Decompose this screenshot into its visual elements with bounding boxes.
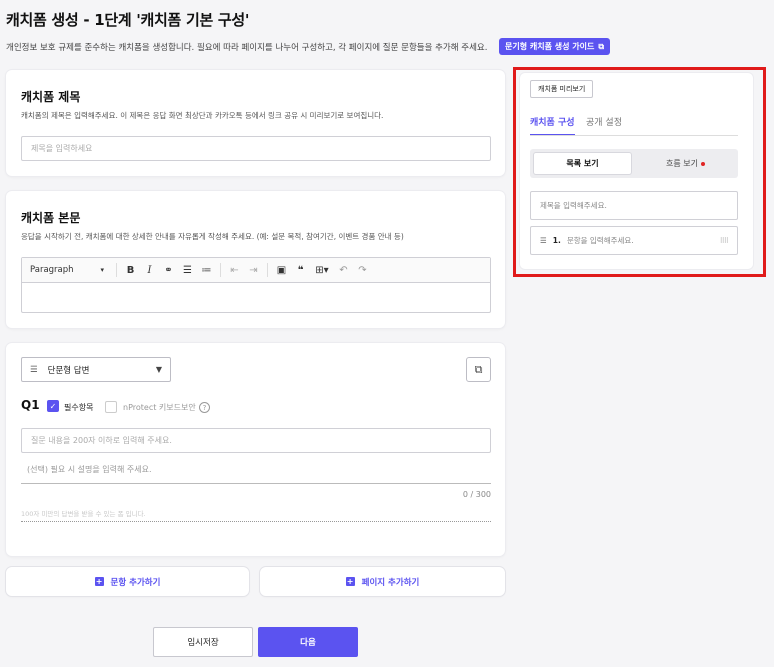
plus-icon: + — [94, 577, 104, 586]
external-link-icon: ⧉ — [598, 41, 605, 51]
indent-icon[interactable]: ⇥ — [244, 265, 263, 276]
image-icon[interactable]: ▣ — [272, 265, 291, 276]
help-icon[interactable]: ? — [199, 402, 210, 413]
quote-icon[interactable]: ❝ — [291, 265, 310, 276]
bold-icon[interactable]: B — [121, 265, 140, 276]
guide-button-label: 문기형 캐치폼 생성 가이드 — [505, 42, 595, 51]
table-icon[interactable]: ⊞▾ — [310, 265, 334, 276]
caret-down-icon: ▼ — [155, 365, 162, 374]
italic-icon[interactable]: I — [140, 265, 159, 276]
body-card: 캐치폼 본문 응답을 시작하기 전, 캐치폼에 대한 상세한 안내를 자유롭게 … — [6, 191, 505, 328]
question-card: ☰ 단문형 답변 ▼ ⧉ Q1 ✓ 필수항목 nProtect 키보드보안 ? … — [6, 343, 505, 556]
question-description-input[interactable]: (선택) 필요 시 설명을 입력해 주세요. — [21, 464, 491, 484]
toolbar-divider — [267, 263, 268, 277]
required-label: 필수항목 — [64, 403, 94, 412]
plus-icon: + — [345, 577, 355, 586]
question-input[interactable]: 질문 내용을 200자 이하로 입력해 주세요. — [21, 428, 491, 453]
temp-save-button[interactable]: 임시저장 — [153, 627, 253, 657]
short-text-icon: ☰ — [30, 364, 38, 375]
link-icon[interactable]: ⚭ — [159, 265, 178, 276]
outdent-icon[interactable]: ⇤ — [225, 265, 244, 276]
body-card-subtext: 응답을 시작하기 전, 캐치폼에 대한 상세한 안내를 자유롭게 작성해 주세요… — [21, 232, 404, 241]
undo-icon[interactable]: ↶ — [334, 265, 353, 276]
chevron-down-icon: ▾ — [100, 266, 104, 274]
toolbar-divider — [220, 263, 221, 277]
add-page-button[interactable]: + 페이지 추가하기 — [260, 567, 505, 596]
title-card-heading: 캐치폼 제목 — [21, 90, 81, 104]
page-title: 캐치폼 생성 - 1단계 '캐치폼 기본 구성' — [6, 11, 250, 29]
nprotect-checkbox[interactable] — [105, 401, 117, 413]
page-description: 개인정보 보호 규제를 준수하는 캐치폼을 생성합니다. 필요에 따라 페이지를… — [6, 43, 488, 53]
rich-text-editor: Paragraph ▾ B I ⚭ ☰ ≔ ⇤ ⇥ ▣ ❝ ⊞▾ ↶ ↷ — [21, 257, 491, 313]
question-type-select[interactable]: ☰ 단문형 답변 ▼ — [21, 357, 171, 382]
question-number: Q1 — [21, 398, 40, 412]
redo-icon[interactable]: ↷ — [353, 265, 372, 276]
add-question-label: 문항 추가하기 — [110, 577, 161, 588]
copy-button[interactable]: ⧉ — [466, 357, 491, 382]
paragraph-format-select[interactable]: Paragraph ▾ — [22, 265, 112, 275]
paragraph-format-label: Paragraph — [30, 265, 74, 275]
required-checkbox[interactable]: ✓ — [47, 400, 59, 412]
copy-icon: ⧉ — [474, 362, 483, 376]
answer-preview-hint: 100자 미만의 답변을 받을 수 있는 폼 입니다. — [21, 508, 491, 522]
title-card: 캐치폼 제목 캐치폼의 제목은 입력해주세요. 이 제목은 응답 화면 최상단과… — [6, 70, 505, 176]
toolbar-divider — [116, 263, 117, 277]
numbered-list-icon[interactable]: ≔ — [197, 265, 216, 276]
bullet-list-icon[interactable]: ☰ — [178, 265, 197, 276]
title-card-subtext: 캐치폼의 제목은 입력해주세요. 이 제목은 응답 화면 최상단과 카카오톡 등… — [21, 111, 384, 120]
question-type-label: 단문형 답변 — [47, 365, 90, 376]
next-button[interactable]: 다음 — [258, 627, 358, 657]
nprotect-label: nProtect 키보드보안 — [123, 403, 196, 412]
char-count: 0 / 300 — [462, 490, 491, 499]
body-card-heading: 캐치폼 본문 — [21, 211, 81, 225]
guide-button[interactable]: 문기형 캐치폼 생성 가이드 ⧉ — [499, 38, 611, 55]
editor-toolbar: Paragraph ▾ B I ⚭ ☰ ≔ ⇤ ⇥ ▣ ❝ ⊞▾ ↶ ↷ — [22, 258, 490, 283]
title-input[interactable]: 제목을 입력하세요 — [21, 136, 491, 161]
add-page-label: 페이지 추가하기 — [361, 577, 420, 588]
add-question-button[interactable]: + 문항 추가하기 — [6, 567, 249, 596]
highlight-box — [513, 67, 766, 277]
